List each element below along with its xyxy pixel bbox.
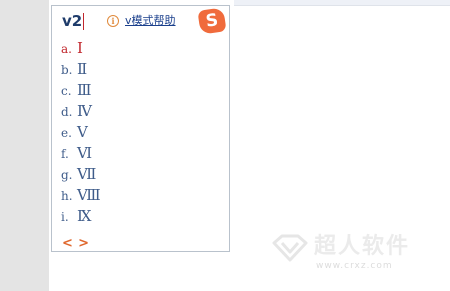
info-icon[interactable]: i xyxy=(107,15,119,27)
candidate-item[interactable]: a. Ⅰ xyxy=(61,38,221,59)
candidate-value: Ⅶ xyxy=(77,165,97,183)
candidate-item[interactable]: f. Ⅵ xyxy=(61,143,221,164)
v-mode-help-link[interactable]: v模式帮助 xyxy=(125,14,176,28)
candidate-item[interactable]: g. Ⅶ xyxy=(61,164,221,185)
candidate-value: Ⅴ xyxy=(77,123,88,141)
text-caret xyxy=(83,13,84,30)
candidate-item[interactable]: c. Ⅲ xyxy=(61,80,221,101)
candidate-value: Ⅰ xyxy=(77,39,83,57)
candidate-item[interactable]: b. Ⅱ xyxy=(61,59,221,80)
composition-row: v2 i v模式帮助 S xyxy=(52,6,229,36)
candidate-index: h. xyxy=(61,189,73,203)
editor-gutter xyxy=(0,0,49,291)
diamond-logo-icon xyxy=(272,234,308,262)
next-page-button[interactable]: > xyxy=(78,237,89,251)
candidate-index: g. xyxy=(61,168,73,182)
candidate-value: Ⅱ xyxy=(77,60,88,78)
prev-page-button[interactable]: < xyxy=(62,237,73,251)
candidate-item[interactable]: i. Ⅸ xyxy=(61,206,221,227)
candidate-index: e. xyxy=(61,126,72,140)
candidate-item[interactable]: h. Ⅷ xyxy=(61,185,221,206)
composition-text: v2 xyxy=(62,12,83,30)
ime-candidate-window: v2 i v模式帮助 S a. Ⅰ b. Ⅱ c. Ⅲ d. Ⅳ e. Ⅴ f. Ⅵ g. Ⅶ… xyxy=(51,5,230,252)
candidate-index: a. xyxy=(61,42,72,56)
candidate-value: Ⅲ xyxy=(77,81,92,99)
candidate-value: Ⅵ xyxy=(77,144,93,162)
candidate-list: a. Ⅰ b. Ⅱ c. Ⅲ d. Ⅳ e. Ⅴ f. Ⅵ g. Ⅶ h. Ⅷ i. Ⅸ xyxy=(61,38,221,227)
candidate-index: b. xyxy=(61,63,73,77)
candidate-item[interactable]: d. Ⅳ xyxy=(61,101,221,122)
candidate-value: Ⅷ xyxy=(77,186,101,204)
candidate-value: Ⅳ xyxy=(77,102,92,120)
watermark-name: 超人软件 xyxy=(314,234,411,259)
editor-top-strip xyxy=(234,0,450,6)
candidate-value: Ⅸ xyxy=(77,207,92,225)
pager: < > xyxy=(62,232,89,251)
candidate-index: i. xyxy=(61,210,69,224)
watermark: 超人软件 www.crxz.com xyxy=(270,233,435,273)
candidate-index: f. xyxy=(61,147,69,161)
watermark-url: www.crxz.com xyxy=(316,261,393,271)
candidate-index: d. xyxy=(61,105,73,119)
sogou-logo-icon[interactable]: S xyxy=(197,7,227,35)
candidate-index: c. xyxy=(61,84,72,98)
candidate-item[interactable]: e. Ⅴ xyxy=(61,122,221,143)
